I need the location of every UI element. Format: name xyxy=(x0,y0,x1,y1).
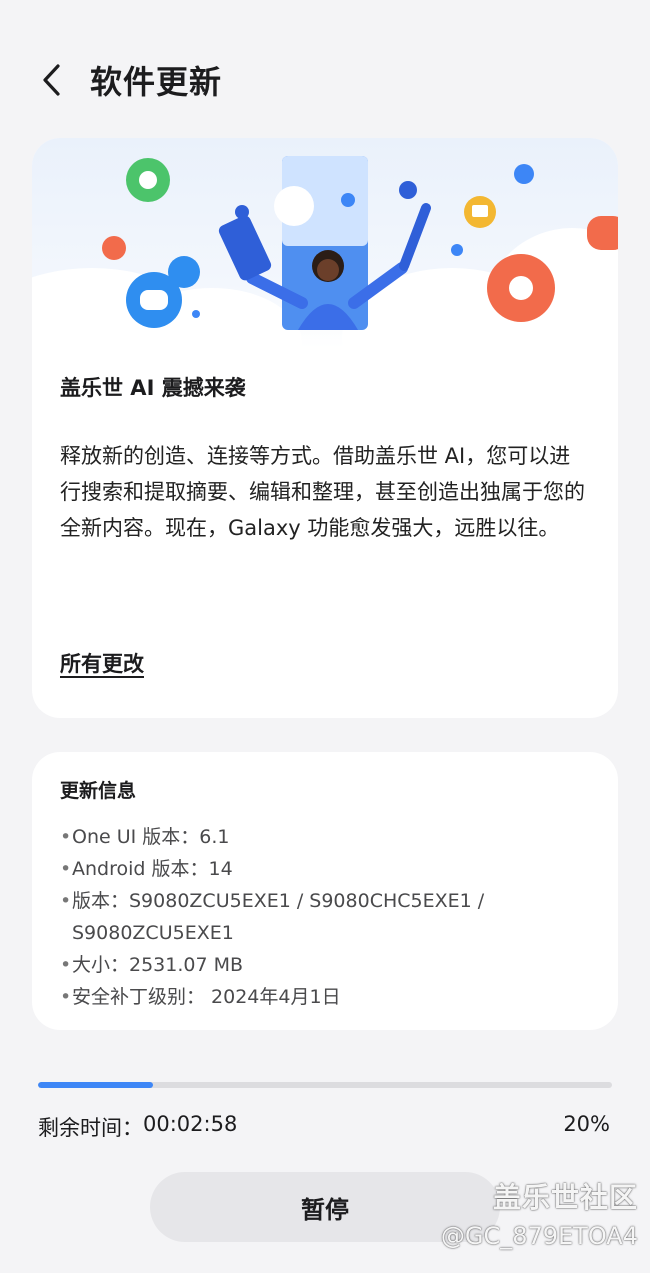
page-title: 软件更新 xyxy=(90,63,223,101)
download-progress-bar xyxy=(38,1082,612,1088)
time-remaining-value: 00:02:58 xyxy=(143,1112,238,1136)
time-remaining: 剩余时间： 00:02:58 xyxy=(38,1112,237,1142)
watermark-brand: 盖乐世社区 xyxy=(492,1181,638,1214)
watermark-user: @GC_879ETOA4 xyxy=(440,1222,638,1250)
info-item-security-patch: 安全补丁级别： 2024年4月1日 xyxy=(60,981,618,1013)
watermark: 盖乐世社区 @GC_879ETOA4 xyxy=(441,1176,638,1250)
feature-title: 盖乐世 AI 震撼来袭 xyxy=(60,376,246,400)
back-button[interactable] xyxy=(22,50,82,110)
update-info-card: 更新信息 One UI 版本：6.1 Android 版本：14 版本：S908… xyxy=(32,752,618,1030)
top-bar: 软件更新 xyxy=(0,40,650,120)
hero-illustration xyxy=(32,138,618,348)
progress-percent: 20% xyxy=(563,1112,610,1136)
info-item-one-ui-version: One UI 版本：6.1 xyxy=(60,821,618,853)
update-info-list: One UI 版本：6.1 Android 版本：14 版本：S9080ZCU5… xyxy=(60,821,618,1013)
info-item-build-version: 版本：S9080ZCU5EXE1 / S9080CHC5EXE1 / S9080… xyxy=(60,885,618,949)
info-item-size: 大小：2531.07 MB xyxy=(60,949,618,981)
all-changes-link[interactable]: 所有更改 xyxy=(60,648,144,678)
info-item-android-version: Android 版本：14 xyxy=(60,853,618,885)
chevron-left-icon xyxy=(43,64,60,96)
feature-description: 释放新的创造、连接等方式。借助盖乐世 AI，您可以进行搜索和提取摘要、编辑和整理… xyxy=(60,444,585,540)
feature-card: 盖乐世 AI 震撼来袭 释放新的创造、连接等方式。借助盖乐世 AI，您可以进行搜… xyxy=(32,138,618,718)
time-remaining-label: 剩余时间： xyxy=(38,1116,143,1140)
download-progress-fill xyxy=(38,1082,153,1088)
update-info-title: 更新信息 xyxy=(60,780,137,802)
